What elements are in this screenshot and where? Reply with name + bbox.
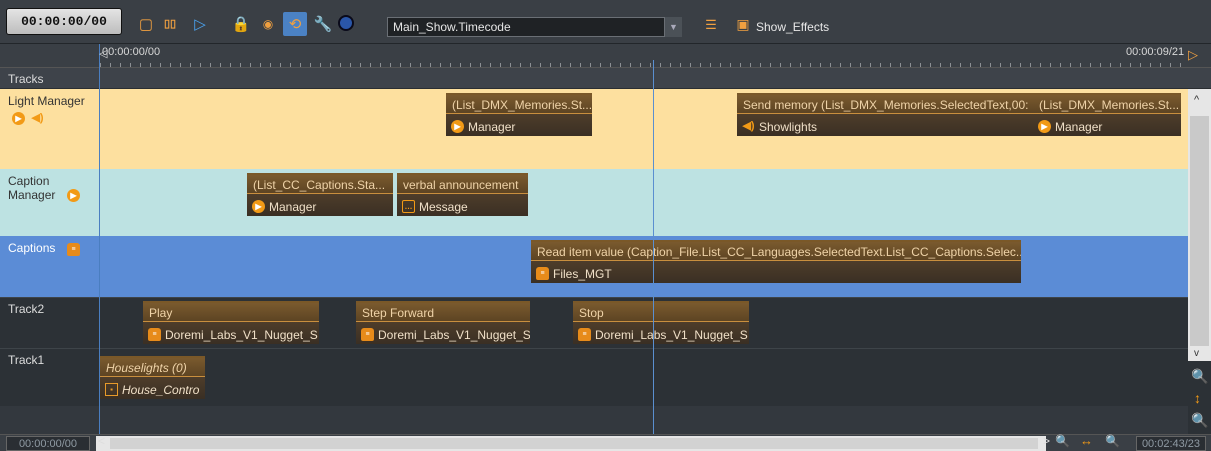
empty-lane-area [0,406,1188,434]
clip-title: Read item value (Caption_File.List_CC_La… [531,242,1021,261]
scroll-right-icon[interactable]: ▷ [1188,47,1198,63]
timeline-clip[interactable]: Houselights (0) ▪ House_Contro [100,356,205,399]
message-icon: … [402,200,415,213]
show-select[interactable]: Main_Show.Timecode [387,17,682,37]
list-icon[interactable]: ☰ [701,14,721,34]
clip-target: Manager [269,199,317,214]
vertical-resize-icon[interactable]: ↕ [1194,390,1201,406]
scroll-right-icon[interactable]: > [1043,434,1050,448]
clip-target: Doremi_Labs_V1_Nugget_S [378,327,530,342]
pause-icon[interactable]: ▯▯ [160,14,180,34]
effects-label: Show_Effects [756,20,830,34]
play-icon: ▶ [12,112,25,125]
clip-title: Stop [573,303,749,322]
clip-target: Manager [468,119,516,134]
database-icon: ≡ [67,243,80,256]
clip-title: verbal announcement [397,175,528,194]
play-icon: ▶ [252,200,265,213]
database-icon: ≡ [578,328,591,341]
clip-title: (List_DMX_Memories.St... [1033,95,1181,114]
track-name: Light Manager [8,94,85,108]
horizontal-resize-icon[interactable]: ↔ [1080,433,1093,448]
history-icon[interactable]: ⟲ [283,12,307,36]
scroll-left-icon[interactable]: < [98,434,105,448]
zoom-in-icon[interactable]: 🔍 [1191,412,1208,429]
clip-target: Manager [1055,119,1103,134]
position-display: 00:00:00/00 [6,436,90,451]
zoom-out-icon[interactable]: 🔍 [1105,434,1120,448]
play-icon: ▶ [451,120,464,133]
timecode-display[interactable]: 00:00:00/00 [6,8,122,35]
vertical-scroll-thumb[interactable] [1190,116,1209,346]
timeline-clip[interactable]: Step Forward ≡ Doremi_Labs_V1_Nugget_S [356,301,530,344]
track-name: Captions [8,241,56,255]
timeline-clip[interactable]: Send memory (List_DMX_Memories.SelectedT… [737,93,1033,136]
clip-title: (List_CC_Captions.Sta... [247,175,393,194]
clip-target: Doremi_Labs_V1_Nugget_S [595,327,748,342]
database-icon: ≡ [536,267,549,280]
record-icon[interactable] [338,15,354,31]
duration-display: 00:02:43/23 [1136,436,1206,451]
clip-title: Play [143,303,319,322]
window-icon[interactable]: ▣ [733,14,753,34]
play-icon[interactable]: ▷ [190,14,210,34]
play-icon: ▶ [1038,120,1051,133]
start-cursor-line[interactable] [99,44,100,434]
timeline-clip[interactable]: verbal announcement … Message [397,173,528,216]
stop-icon[interactable]: ▢ [136,14,156,34]
clip-title: Houselights (0) [100,358,205,377]
eye-icon[interactable]: ◉ [258,14,278,34]
speaker-icon: ◀) [31,112,44,124]
house-icon: ▪ [105,383,118,396]
speaker-icon: ◀) [742,120,755,132]
track-name: Track2 [8,302,45,316]
playhead[interactable] [653,60,654,434]
clip-title: (List_DMX_Memories.St... [446,95,592,114]
ruler-start-marker: ◁ [99,48,108,60]
clip-target: Showlights [759,119,818,134]
clip-title: Step Forward [356,303,530,322]
wrench-icon[interactable]: 🔧 [313,14,333,34]
scroll-up-icon[interactable]: ^ [1194,94,1199,106]
horizontal-scroll-thumb[interactable] [110,438,1038,449]
track-name: Caption Manager [8,174,56,202]
timeline-clip[interactable]: Play ≡ Doremi_Labs_V1_Nugget_S [143,301,319,344]
chevron-down-icon[interactable]: ▼ [664,17,682,37]
timeline-clip[interactable]: (List_CC_Captions.Sta... ▶ Manager [247,173,393,216]
zoom-out-icon[interactable]: 🔍 [1191,368,1208,385]
timeline-clip[interactable]: (List_DMX_Memories.St... ▶ Manager [446,93,592,136]
scroll-down-icon[interactable]: v [1194,348,1199,359]
ruler-end-time: 00:00:09/21 [1126,46,1185,58]
database-icon: ≡ [361,328,374,341]
timeline-clip[interactable]: (List_DMX_Memories.St... ▶ Manager [1033,93,1181,136]
tracks-label: Tracks [8,72,44,86]
zoom-in-icon[interactable]: 🔍 [1055,434,1070,448]
clip-target: Doremi_Labs_V1_Nugget_S [165,327,318,342]
ruler-start-time: 00:00:00/00 [102,46,161,58]
tracks-header [0,68,1211,89]
play-icon: ▶ [67,189,80,202]
track-name: Track1 [8,353,45,367]
ruler-ticks [100,63,1186,67]
lock-icon[interactable]: 🔒 [231,14,251,34]
clip-target: Message [419,199,468,214]
database-icon: ≡ [148,328,161,341]
clip-target: House_Contro [122,382,200,397]
lane-caption-manager[interactable] [0,169,1188,236]
timeline-clip[interactable]: Read item value (Caption_File.List_CC_La… [531,240,1021,283]
timeline-clip[interactable]: Stop ≡ Doremi_Labs_V1_Nugget_S [573,301,749,344]
clip-target: Files_MGT [553,266,612,281]
clip-title: Send memory (List_DMX_Memories.SelectedT… [737,95,1033,114]
